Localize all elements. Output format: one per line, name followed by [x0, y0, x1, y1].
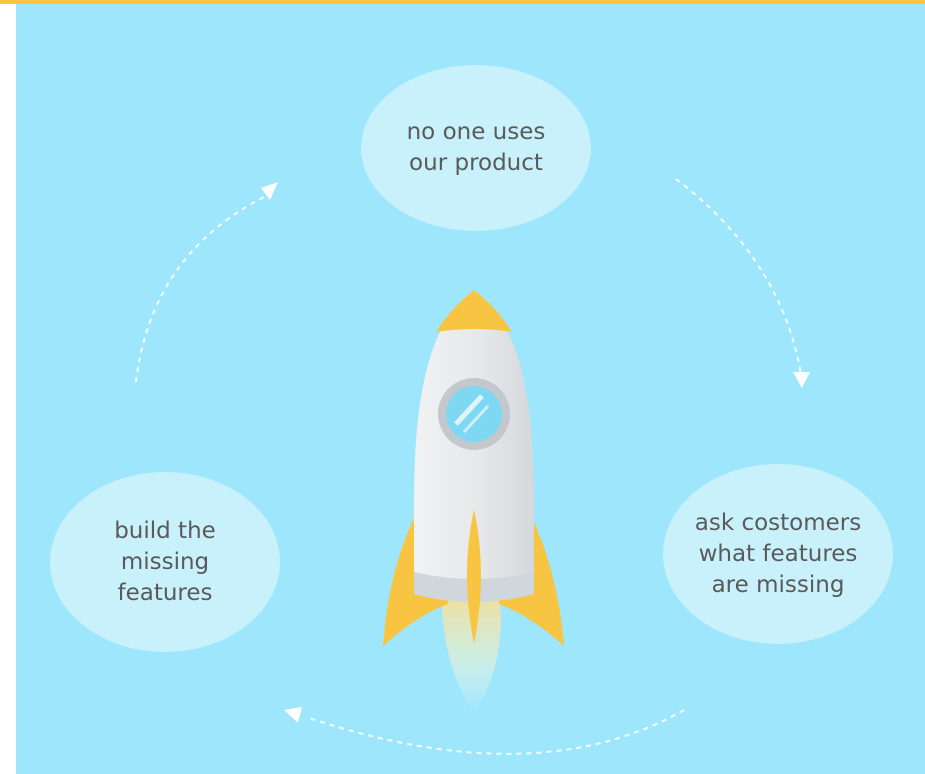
slide: no one uses our product ask costomers wh… — [0, 0, 925, 774]
step-bubble-ask-customers: ask costomers what features are missing — [663, 464, 893, 644]
rocket-window-glass — [446, 386, 502, 442]
rocket-illustration — [383, 290, 564, 714]
arrow-top-to-right — [675, 178, 810, 388]
step-bubble-build-features: build the missing features — [50, 472, 280, 652]
step-bubble-no-one-uses: no one uses our product — [361, 65, 591, 231]
diagram-panel: no one uses our product ask costomers wh… — [16, 4, 925, 774]
rocket-nose-cone — [436, 290, 512, 332]
arrow-right-to-left — [284, 707, 685, 755]
arrow-left-to-top — [135, 182, 278, 383]
